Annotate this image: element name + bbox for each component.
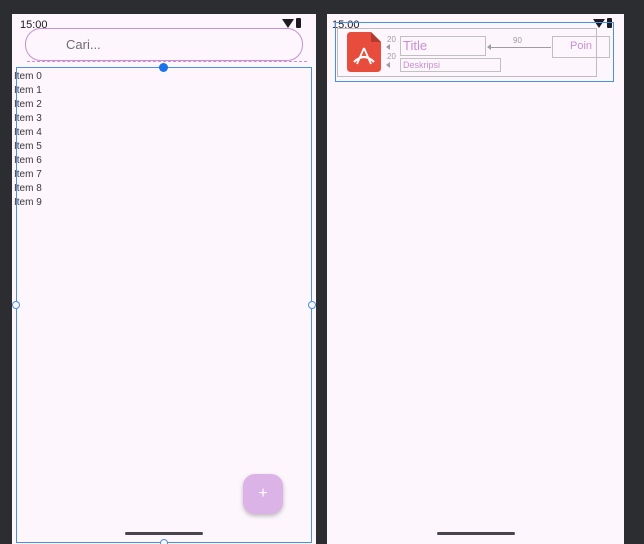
home-indicator — [125, 532, 203, 535]
home-indicator — [437, 532, 515, 535]
list-item[interactable]: Item 7 — [14, 168, 42, 182]
constraint-handle-left[interactable] — [12, 301, 20, 309]
list-item[interactable]: Item 2 — [14, 98, 42, 112]
poin-text: Poin — [569, 40, 593, 52]
item-list: Item 0 Item 1 Item 2 Item 3 Item 4 Item … — [14, 70, 42, 210]
list-item[interactable]: Item 1 — [14, 84, 42, 98]
constraint-arrow-icon — [386, 44, 390, 50]
list-item[interactable]: Item 3 — [14, 112, 42, 126]
gap-label: 90 — [513, 36, 522, 45]
list-item[interactable]: Item 8 — [14, 182, 42, 196]
constraint-arrow-icon — [487, 44, 491, 50]
constraint-handle-bottom[interactable] — [160, 539, 168, 544]
pdf-file-icon — [347, 32, 381, 72]
status-icons — [282, 18, 301, 28]
battery-icon — [296, 18, 301, 28]
list-item[interactable]: Item 0 — [14, 70, 42, 84]
constraint-handle-top[interactable] — [159, 63, 168, 72]
editor-canvas: 15:00 Item 0 Item 1 Item 2 Item 3 Item 4… — [0, 0, 644, 544]
search-bar[interactable] — [25, 28, 303, 61]
margin-label-bottom: 20 — [387, 52, 396, 61]
title-textview-bounds[interactable]: Title — [400, 36, 486, 56]
description-textview-bounds[interactable]: Deskripsi — [400, 58, 501, 72]
recyclerview-selection-box[interactable] — [16, 67, 312, 543]
list-item[interactable]: Item 4 — [14, 126, 42, 140]
phone-preview-main: 15:00 Item 0 Item 1 Item 2 Item 3 Item 4… — [12, 14, 316, 544]
phone-preview-item-layout: 15:00 20 20 Title Deskripsi 90 Poin — [327, 14, 624, 544]
add-fab-button[interactable]: + — [243, 474, 283, 514]
list-item[interactable]: Item 5 — [14, 140, 42, 154]
constraint-handle-right[interactable] — [308, 301, 316, 309]
search-input[interactable] — [66, 37, 286, 52]
wifi-icon — [282, 18, 294, 28]
title-text: Title — [403, 38, 428, 53]
poin-textview-bounds[interactable]: Poin — [552, 36, 610, 58]
description-text: Deskripsi — [403, 60, 441, 70]
search-bar-guide — [27, 61, 307, 62]
list-item[interactable]: Item 6 — [14, 154, 42, 168]
margin-label-top: 20 — [387, 35, 396, 44]
list-item[interactable]: Item 9 — [14, 196, 42, 210]
constraint-line — [489, 47, 551, 48]
constraint-arrow-icon — [386, 62, 390, 68]
